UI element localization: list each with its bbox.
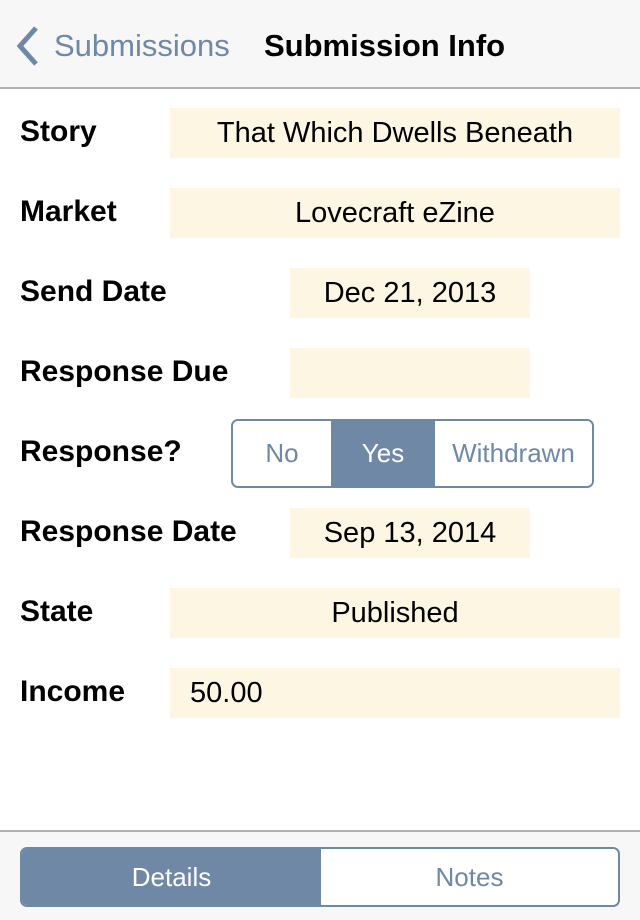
income-field[interactable]: 50.00 [170, 668, 620, 718]
back-label: Submissions [54, 28, 230, 63]
response-segmented-control: No Yes Withdrawn [231, 419, 594, 488]
send-date-label: Send Date [20, 275, 167, 308]
tab-notes[interactable]: Notes [321, 849, 618, 905]
response-label: Response? [20, 435, 182, 468]
response-option-yes[interactable]: Yes [331, 421, 435, 486]
details-notes-segmented-control: Details Notes [20, 847, 620, 907]
response-due-label: Response Due [20, 355, 229, 388]
income-label: Income [20, 675, 126, 708]
back-button[interactable]: Submissions [14, 24, 230, 68]
response-option-withdrawn[interactable]: Withdrawn [435, 421, 592, 486]
state-label: State [20, 595, 94, 628]
navigation-bar: Submissions Submission Info [0, 0, 640, 89]
response-option-no[interactable]: No [233, 421, 331, 486]
send-date-field[interactable]: Dec 21, 2013 [290, 268, 530, 318]
tab-details[interactable]: Details [22, 849, 321, 905]
page-title: Submission Info [264, 28, 506, 63]
chevron-left-icon [16, 26, 38, 66]
story-label: Story [20, 115, 97, 148]
story-field[interactable]: That Which Dwells Beneath [170, 108, 620, 158]
response-date-field[interactable]: Sep 13, 2014 [290, 508, 530, 558]
response-date-label: Response Date [20, 515, 237, 548]
market-label: Market [20, 195, 117, 228]
bottom-toolbar: Details Notes [0, 830, 640, 920]
state-field[interactable]: Published [170, 588, 620, 638]
response-due-field[interactable] [290, 348, 530, 398]
market-field[interactable]: Lovecraft eZine [170, 188, 620, 238]
